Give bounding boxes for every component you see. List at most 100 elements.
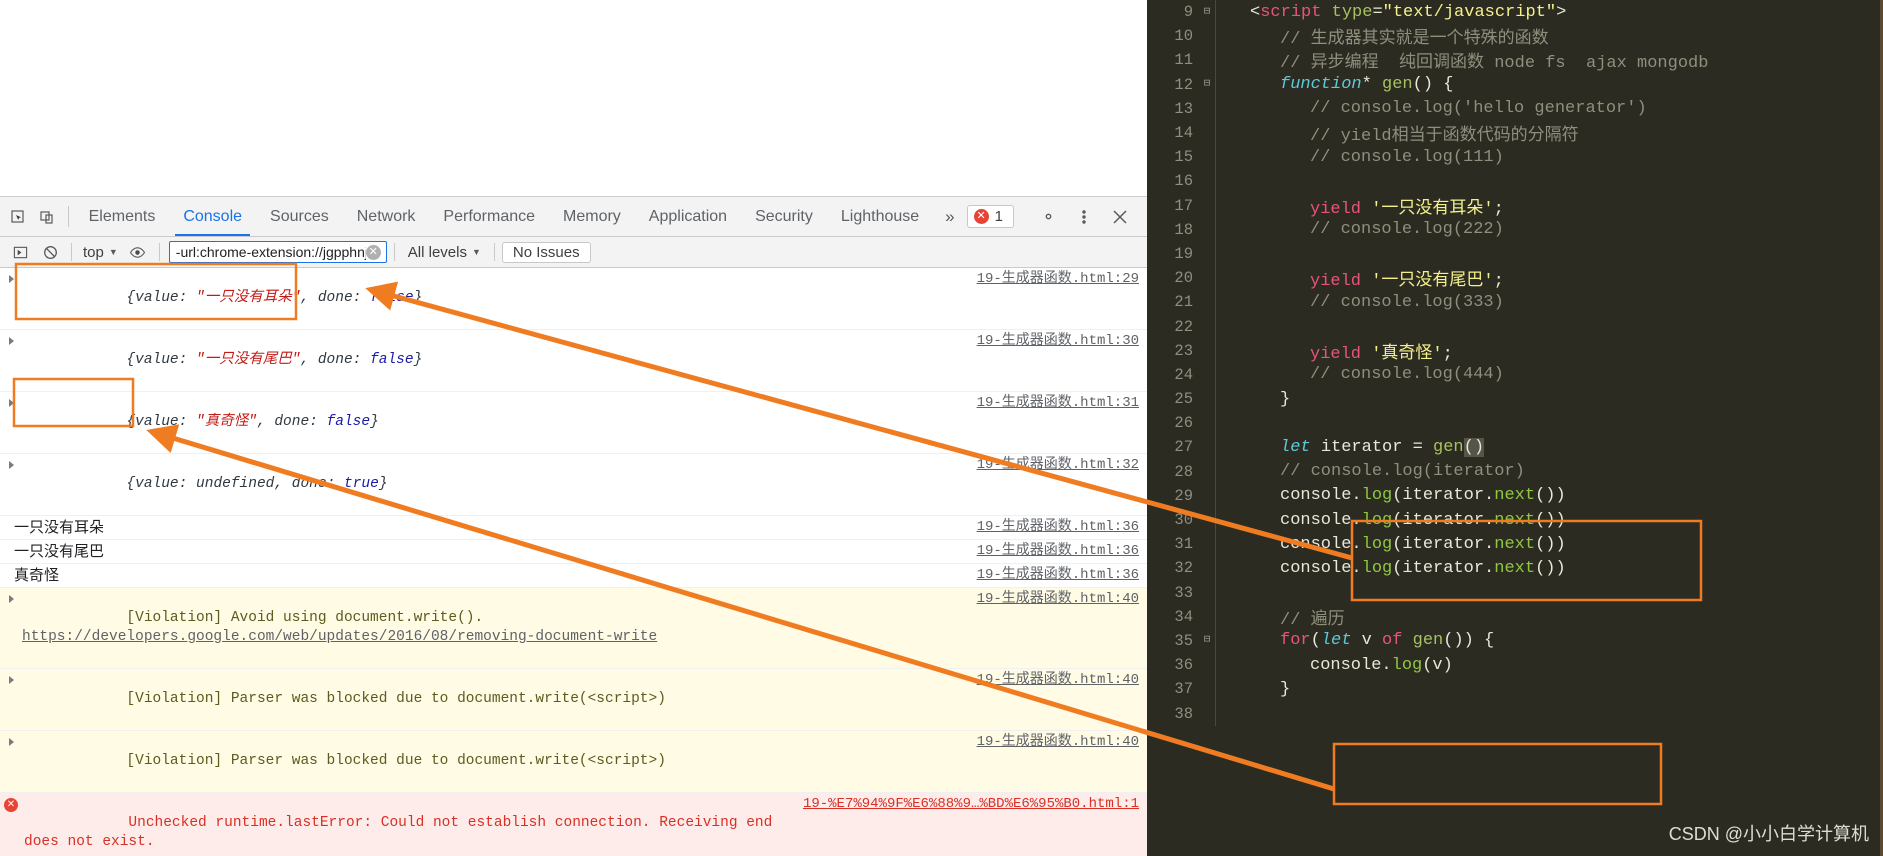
- more-tabs-icon[interactable]: »: [933, 197, 966, 236]
- code-line[interactable]: 17 yield '一只没有耳朵';: [1147, 193, 1883, 219]
- expand-triangle-icon[interactable]: [9, 595, 14, 603]
- live-expression-icon[interactable]: [124, 240, 152, 264]
- error-count-chip[interactable]: ✕ 1: [966, 205, 1014, 228]
- close-icon[interactable]: [1103, 209, 1137, 224]
- code-text: console.log(v): [1310, 655, 1453, 675]
- line-number: 16: [1174, 172, 1193, 191]
- tab-console[interactable]: Console: [169, 197, 256, 236]
- issues-button[interactable]: No Issues: [501, 241, 591, 263]
- source-link[interactable]: 19-生成器函数.html:30: [965, 332, 1139, 351]
- source-link[interactable]: 19-生成器函数.html:36: [965, 566, 1139, 585]
- code-line[interactable]: 23 yield '真奇怪';: [1147, 338, 1883, 364]
- code-line[interactable]: 12 ⊟ function* gen() {: [1147, 72, 1883, 97]
- console-message: 一只没有耳朵: [14, 519, 105, 536]
- log-level-selector[interactable]: All levels ▼: [402, 244, 487, 261]
- code-text: function* gen() {: [1280, 75, 1454, 95]
- code-line[interactable]: 28 // console.log(iterator): [1147, 459, 1883, 484]
- code-line[interactable]: 26: [1147, 411, 1883, 436]
- source-link[interactable]: 19-生成器函数.html:31: [965, 394, 1139, 413]
- code-line[interactable]: 16: [1147, 169, 1883, 194]
- code-line[interactable]: 14 // yield相当于函数代码的分隔符: [1147, 120, 1883, 146]
- source-link[interactable]: 19-生成器函数.html:40: [965, 590, 1139, 609]
- console-row[interactable]: [Violation] Avoid using document.write()…: [0, 588, 1147, 669]
- tab-label: Console: [183, 207, 243, 225]
- console-filter-input[interactable]: [175, 244, 366, 260]
- console-filter-input-wrap[interactable]: ✕: [168, 241, 387, 263]
- external-doc-link[interactable]: https://developers.google.com/web/update…: [22, 629, 657, 645]
- expand-triangle-icon[interactable]: [9, 461, 14, 469]
- code-line[interactable]: 29 console.log(iterator.next()): [1147, 483, 1883, 508]
- code-text: <script type="text/javascript">: [1250, 2, 1567, 22]
- code-line[interactable]: 25}: [1147, 387, 1883, 412]
- source-link[interactable]: 19-生成器函数.html:40: [965, 671, 1139, 690]
- gear-icon[interactable]: [1031, 208, 1065, 225]
- code-line[interactable]: 15 // console.log(111): [1147, 145, 1883, 170]
- fold-toggle-icon[interactable]: ⊟: [1199, 635, 1215, 646]
- code-line[interactable]: 30 console.log(iterator.next()): [1147, 507, 1883, 533]
- code-line[interactable]: 20 yield '一只没有尾巴';: [1147, 266, 1883, 291]
- code-line[interactable]: 36 console.log(v): [1147, 653, 1883, 678]
- code-line[interactable]: 32 console.log(iterator.next()): [1147, 556, 1883, 581]
- code-line[interactable]: 10 // 生成器其实就是一个特殊的函数: [1147, 24, 1883, 49]
- console-row[interactable]: [Violation] Parser was blocked due to do…: [0, 669, 1147, 731]
- code-line[interactable]: 27 let iterator = gen(): [1147, 435, 1883, 460]
- code-line[interactable]: 35 ⊟ for(let v of gen()) {: [1147, 628, 1883, 654]
- source-link[interactable]: 19-%E7%94%9F%E6%88%9…%BD%E6%95%B0.html:1: [791, 795, 1139, 814]
- console-row[interactable]: {value: "一只没有尾巴", done: false} 19-生成器函数.…: [0, 330, 1147, 392]
- fold-toggle-icon[interactable]: ⊟: [1199, 79, 1215, 90]
- code-line[interactable]: 21 // console.log(333): [1147, 290, 1883, 315]
- fold-toggle-icon[interactable]: ⊟: [1199, 6, 1215, 18]
- line-number: 26: [1174, 414, 1193, 433]
- tab-security[interactable]: Security: [741, 197, 827, 236]
- code-editor-panel[interactable]: 9 ⊟ <script type="text/javascript"> 10 // 生成…: [1147, 0, 1883, 856]
- console-row[interactable]: {value: "一只没有耳朵", done: false} 19-生成器函数.…: [0, 268, 1147, 330]
- console-row[interactable]: [Violation] Parser was blocked due to do…: [0, 731, 1147, 793]
- code-line[interactable]: 38: [1147, 701, 1883, 726]
- expand-triangle-icon[interactable]: [9, 337, 14, 345]
- expand-triangle-icon[interactable]: [9, 738, 14, 746]
- code-line[interactable]: 18 // console.log(222): [1147, 217, 1883, 242]
- code-line[interactable]: 19: [1147, 241, 1883, 267]
- console-row[interactable]: {value: undefined, done: true} 19-生成器函数.…: [0, 454, 1147, 516]
- code-line[interactable]: 31 console.log(iterator.next()): [1147, 532, 1883, 557]
- source-link[interactable]: 19-生成器函数.html:40: [965, 733, 1139, 752]
- code-line[interactable]: 22: [1147, 314, 1883, 339]
- console-row[interactable]: 一只没有耳朵 19-生成器函数.html:36: [0, 516, 1147, 540]
- inspect-element-icon[interactable]: [4, 197, 33, 236]
- tab-memory[interactable]: Memory: [549, 197, 635, 236]
- source-link[interactable]: 19-生成器函数.html:36: [965, 518, 1139, 537]
- code-line[interactable]: 33: [1147, 580, 1883, 605]
- sidebar-toggle-icon[interactable]: [6, 240, 34, 264]
- code-line[interactable]: 11 // 异步编程 纯回调函数 node fs ajax mongodb: [1147, 48, 1883, 73]
- violation-text: [Violation] Parser was blocked due to do…: [126, 691, 666, 707]
- console-row[interactable]: {value: "真奇怪", done: false} 19-生成器函数.htm…: [0, 392, 1147, 454]
- console-row[interactable]: ✕ Unchecked runtime.lastError: Could not …: [0, 793, 1147, 856]
- code-text: // console.log(333): [1310, 292, 1504, 312]
- expand-triangle-icon[interactable]: [9, 676, 14, 684]
- expand-triangle-icon[interactable]: [9, 275, 14, 283]
- code-line[interactable]: 34 // 遍历: [1147, 604, 1883, 630]
- tab-elements[interactable]: Elements: [75, 197, 170, 236]
- device-toolbar-icon[interactable]: [33, 197, 62, 236]
- line-number: 32: [1174, 559, 1193, 578]
- clear-console-icon[interactable]: [36, 240, 64, 264]
- tab-network[interactable]: Network: [343, 197, 430, 236]
- source-link[interactable]: 19-生成器函数.html:36: [965, 542, 1139, 561]
- tab-performance[interactable]: Performance: [429, 197, 549, 236]
- tab-sources[interactable]: Sources: [256, 197, 343, 236]
- code-line[interactable]: 13 // console.log('hello generator'): [1147, 96, 1883, 121]
- console-message-list[interactable]: {value: "一只没有耳朵", done: false} 19-生成器函数.…: [0, 268, 1147, 856]
- tab-lighthouse[interactable]: Lighthouse: [827, 197, 933, 236]
- source-link[interactable]: 19-生成器函数.html:29: [965, 270, 1139, 289]
- console-row[interactable]: 一只没有尾巴 19-生成器函数.html:36: [0, 540, 1147, 564]
- source-link[interactable]: 19-生成器函数.html:32: [965, 456, 1139, 475]
- console-row[interactable]: 真奇怪 19-生成器函数.html:36: [0, 564, 1147, 588]
- expand-triangle-icon[interactable]: [9, 399, 14, 407]
- code-line[interactable]: 37}: [1147, 677, 1883, 702]
- code-line[interactable]: 9 ⊟ <script type="text/javascript">: [1147, 0, 1883, 25]
- code-line[interactable]: 24 // console.log(444): [1147, 362, 1883, 387]
- kebab-menu-icon[interactable]: [1067, 209, 1101, 225]
- tab-application[interactable]: Application: [635, 197, 741, 236]
- clear-input-icon[interactable]: ✕: [365, 244, 381, 260]
- execution-context-selector[interactable]: top ▼: [79, 244, 122, 261]
